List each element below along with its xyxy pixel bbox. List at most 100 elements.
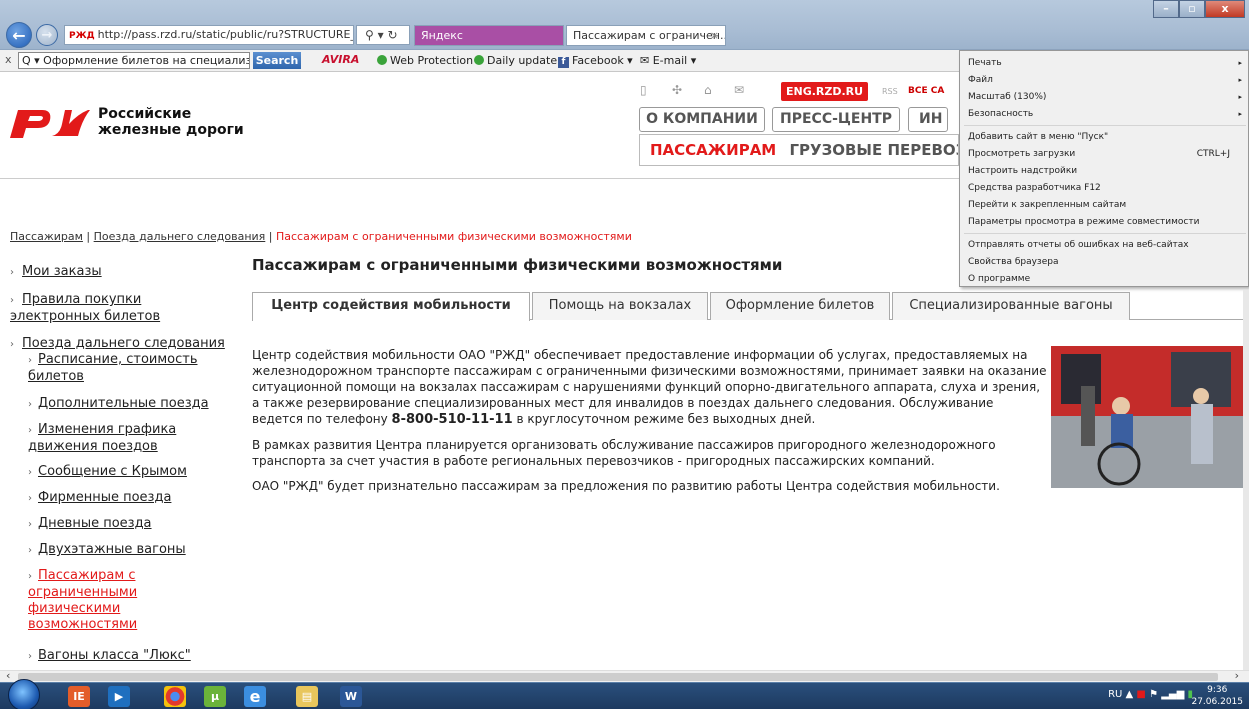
internet-explorer-icon[interactable]: e xyxy=(244,686,266,707)
passenger-wheelchair-photo xyxy=(1051,346,1249,488)
email-item[interactable]: ✉ E-mail ▾ xyxy=(640,54,696,67)
menu-item-zoom[interactable]: Масштаб (130%) ▸ xyxy=(968,89,1244,105)
sidebar-sub-label: Расписание, стоимость билетов xyxy=(28,352,198,384)
nav-freight[interactable]: ГРУЗОВЫЕ ПЕРЕВОЗ xyxy=(789,141,958,159)
sidebar-sub-additional-trains[interactable]: › Дополнительные поезда xyxy=(28,396,233,413)
facebook-item[interactable]: f Facebook ▾ xyxy=(558,54,633,68)
tab-current[interactable]: Пассажирам с ограничен... × xyxy=(566,25,726,46)
toolbar-search-button[interactable]: Search xyxy=(253,52,301,69)
tools-menu: Печать ▸ Файл ▸ Масштаб (130%) ▸ Безопаснос… xyxy=(959,50,1249,287)
start-button[interactable] xyxy=(8,679,40,709)
maximize-button[interactable]: ▫ xyxy=(1179,0,1205,18)
sidebar-sub-double-deck[interactable]: › Двухэтажные вагоны xyxy=(28,542,233,559)
chevron-right-icon: › xyxy=(10,295,14,306)
file-explorer-icon[interactable]: ▤ xyxy=(296,686,318,707)
address-actions[interactable]: ⚲ ▾ ↻ xyxy=(356,25,410,45)
menu-item-label: Параметры просмотра в режиме совместимос… xyxy=(968,217,1200,227)
sidebar-item-rules[interactable]: › Правила покупки электронных билетов xyxy=(10,292,200,325)
menu-item-devtools[interactable]: Средства разработчика F12 xyxy=(968,180,1244,196)
breadcrumb-passengers[interactable]: Пассажирам xyxy=(10,230,83,243)
vertical-scrollbar[interactable] xyxy=(1243,290,1249,670)
menu-item-add-to-start[interactable]: Добавить сайт в меню "Пуск" xyxy=(968,129,1244,145)
sidebar-sub-label: Сообщение с Крымом xyxy=(38,464,187,479)
ie-explorer-icon[interactable]: IE xyxy=(68,686,90,707)
tab-close-icon[interactable]: × xyxy=(710,26,719,45)
menu-item-file[interactable]: Файл ▸ xyxy=(968,72,1244,88)
scroll-right-icon[interactable]: › xyxy=(1235,669,1239,682)
eng-site-button[interactable]: ENG.RZD.RU xyxy=(781,82,869,101)
tab-yandex[interactable]: Яндекс xyxy=(414,25,564,46)
signal-icon[interactable]: ▂▄▆ xyxy=(1161,689,1184,700)
sidebar-sub-label: Дополнительные поезда xyxy=(38,396,209,411)
nav-company[interactable]: О КОМПАНИИ xyxy=(639,107,765,132)
sidebar-sub-label: Изменения графика движения поездов xyxy=(28,422,177,454)
sidebar-sub-schedule-changes[interactable]: › Изменения графика движения поездов xyxy=(28,422,218,455)
close-toolbar-icon[interactable]: x xyxy=(5,53,12,66)
menu-item-about[interactable]: О программе xyxy=(968,271,1244,287)
tab-tickets[interactable]: Оформление билетов xyxy=(710,292,890,320)
sidebar-item-long-distance[interactable]: › Поезда дальнего следования xyxy=(10,336,230,353)
horizontal-scrollbar[interactable]: ‹ › xyxy=(0,669,1249,682)
back-button[interactable]: ← xyxy=(6,22,32,48)
minimize-button[interactable]: – xyxy=(1153,0,1179,18)
menu-item-print[interactable]: Печать ▸ xyxy=(968,55,1244,71)
menu-item-error-reports[interactable]: Отправлять отчеты об ошибках на веб-сайт… xyxy=(968,237,1244,253)
all-sites-link[interactable]: ВСЕ СА xyxy=(908,86,944,96)
daily-update-item[interactable]: Daily update xyxy=(474,54,557,67)
tab-mobility-center[interactable]: Центр содействия мобильности xyxy=(252,292,530,321)
email-label: E-mail ▾ xyxy=(652,54,697,67)
menu-item-pinned-sites[interactable]: Перейти к закрепленным сайтам xyxy=(968,197,1244,213)
mail-icon[interactable]: ✉ xyxy=(734,83,744,97)
sidebar-sub-lux[interactable]: › Вагоны класса "Люкс" xyxy=(28,648,233,665)
rzd-logo[interactable] xyxy=(8,106,92,140)
sidebar-sub-schedule[interactable]: › Расписание, стоимость билетов xyxy=(28,352,218,385)
web-protection-item[interactable]: Web Protection xyxy=(377,54,473,67)
menu-item-compat-view[interactable]: Параметры просмотра в режиме совместимос… xyxy=(968,214,1244,230)
clock[interactable]: 9:36 27.06.2015 xyxy=(1191,684,1243,708)
scroll-thumb[interactable] xyxy=(18,673,1218,681)
menu-item-downloads[interactable]: Просмотреть загрузки CTRL+J xyxy=(968,146,1244,162)
language-indicator[interactable]: RU ▲ xyxy=(1108,689,1133,700)
arrow-right-icon: → xyxy=(41,27,53,43)
menu-item-label: Перейти к закрепленным сайтам xyxy=(968,200,1127,210)
nav-investors[interactable]: ИН xyxy=(908,107,948,132)
sidebar-sub-label: Пассажирам с ограниченными физическими в… xyxy=(28,568,138,632)
sitemap-icon[interactable]: ✣ xyxy=(672,83,682,97)
avira-logo[interactable]: AVIRA xyxy=(322,53,359,66)
toolbar-search-input[interactable]: Q ▾ Оформление билетов на специализирова… xyxy=(18,52,250,69)
sidebar-sub-day-trains[interactable]: › Дневные поезда xyxy=(28,516,233,533)
check-icon xyxy=(377,55,387,65)
tab-station-help[interactable]: Помощь на вокзалах xyxy=(532,292,708,320)
word-icon[interactable]: W xyxy=(340,686,362,707)
chrome-icon[interactable] xyxy=(164,686,186,707)
system-tray[interactable]: RU ▲ ■ ⚑ ▂▄▆ ▮ xyxy=(1108,689,1193,700)
sidebar-sub-reduced-mobility[interactable]: › Пассажирам с ограниченными физическими … xyxy=(28,568,178,633)
address-text: http://pass.rzd.ru/static/public/ru?STRU… xyxy=(97,28,354,41)
nav-passengers[interactable]: ПАССАЖИРАМ xyxy=(650,141,776,159)
sidebar-item-my-orders[interactable]: › Мои заказы xyxy=(10,264,102,281)
media-player-icon[interactable]: ▶ xyxy=(108,686,130,707)
scroll-left-icon[interactable]: ‹ xyxy=(6,669,10,682)
chevron-right-icon: › xyxy=(28,467,32,478)
menu-item-browser-options[interactable]: Свойства браузера xyxy=(968,254,1244,270)
rss-link[interactable]: RSS xyxy=(882,87,898,96)
tab-special-cars[interactable]: Специализированные вагоны xyxy=(892,292,1130,320)
menu-item-security[interactable]: Безопасность ▸ xyxy=(968,106,1244,122)
brand-line2: железные дороги xyxy=(98,122,244,138)
avira-tray-icon[interactable]: ■ xyxy=(1136,689,1145,700)
forward-button[interactable]: → xyxy=(36,24,58,46)
mobile-icon[interactable]: ▯ xyxy=(640,83,647,97)
close-window-button[interactable]: x xyxy=(1205,0,1245,18)
nav-press-center[interactable]: ПРЕСС-ЦЕНТР xyxy=(772,107,900,132)
menu-item-addons[interactable]: Настроить надстройки xyxy=(968,163,1244,179)
utorrent-icon[interactable]: µ xyxy=(204,686,226,707)
breadcrumb-long-distance[interactable]: Поезда дальнего следования xyxy=(94,230,266,243)
chevron-right-icon: › xyxy=(28,425,32,436)
facebook-icon: f xyxy=(558,57,569,68)
site-favicon: РЖД xyxy=(69,31,95,41)
address-bar[interactable]: РЖД http://pass.rzd.ru/static/public/ru?S… xyxy=(64,25,354,45)
sidebar-sub-branded-trains[interactable]: › Фирменные поезда xyxy=(28,490,233,507)
sidebar-sub-crimea[interactable]: › Сообщение с Крымом xyxy=(28,464,233,481)
home-icon[interactable]: ⌂ xyxy=(704,83,712,97)
flag-icon[interactable]: ⚑ xyxy=(1149,689,1158,700)
